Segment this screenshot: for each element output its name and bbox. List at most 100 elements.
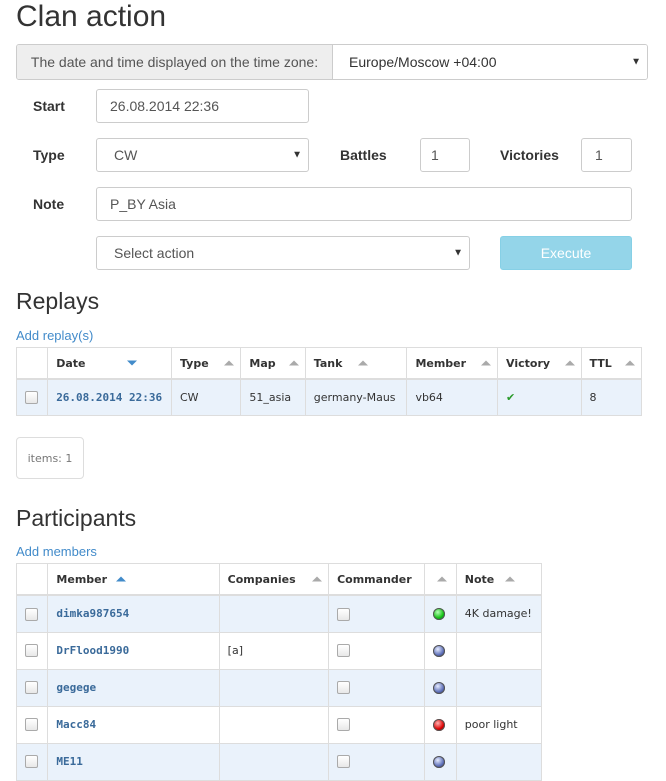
commander-checkbox[interactable] (337, 718, 351, 732)
note-cell: 4K damage! (455, 594, 543, 633)
member-link[interactable]: dimka987654 (56, 607, 129, 620)
member-cell: ME11 (47, 742, 220, 781)
chevron-down-icon: ▼ (631, 56, 641, 68)
map-cell: 51_asia (240, 378, 306, 416)
row-checkbox[interactable] (25, 718, 38, 732)
column-label: Map (249, 356, 276, 370)
companies-cell (218, 668, 330, 707)
status-cell (424, 705, 457, 744)
row-checkbox[interactable] (25, 681, 38, 695)
companies-cell (218, 742, 330, 781)
sort-icon (312, 576, 323, 582)
member-link[interactable]: DrFlood1990 (56, 644, 129, 657)
timezone-value: Europe/Moscow +04:00 (349, 54, 497, 70)
participants-table: Member Companies Commander Note dimka987… (15, 563, 543, 781)
replays-header-row: Date Type Map Tank Member Victory TTL (15, 347, 643, 380)
timezone-label: The date and time displayed on the time … (17, 45, 333, 79)
table-row[interactable]: 26.08.2014 22:36 CW 51_asia germany-Maus… (15, 378, 643, 416)
column-member[interactable]: Member (47, 563, 220, 596)
column-label: Member (56, 572, 108, 586)
table-row[interactable]: Macc84 poor light (15, 705, 543, 744)
execute-button[interactable]: Execute (500, 236, 632, 270)
battles-input[interactable]: 1 (420, 138, 470, 172)
replay-date-link[interactable]: 26.08.2014 22:36 (56, 391, 162, 404)
items-count: items: 1 (16, 437, 84, 479)
member-cell: dimka987654 (47, 594, 220, 633)
column-status[interactable] (424, 563, 457, 596)
battles-label: Battles (340, 147, 387, 163)
column-label: Type (179, 356, 209, 370)
chevron-down-icon: ▼ (292, 149, 302, 161)
status-green-icon (433, 608, 446, 621)
table-row[interactable]: gegege (15, 668, 543, 707)
date-cell: 26.08.2014 22:36 (47, 378, 172, 416)
check-icon: ✔ (506, 390, 516, 404)
column-label: Note (464, 572, 495, 586)
note-input[interactable]: P_BY Asia (96, 187, 632, 221)
sort-asc-icon (116, 576, 127, 582)
participants-heading: Participants (16, 505, 137, 531)
member-link[interactable]: gegege (56, 681, 96, 694)
select-column-header (15, 563, 49, 596)
column-label: Companies (227, 572, 296, 586)
add-replays-link[interactable]: Add replay(s) (16, 328, 93, 343)
member-link[interactable]: ME11 (56, 755, 83, 768)
commander-cell (328, 668, 426, 707)
sort-icon (288, 360, 299, 366)
column-victory[interactable]: Victory (497, 347, 582, 380)
type-value: CW (114, 147, 138, 163)
action-select[interactable]: Select action ▼ (96, 236, 470, 270)
commander-checkbox[interactable] (337, 755, 351, 769)
add-members-link[interactable]: Add members (16, 544, 97, 559)
column-companies[interactable]: Companies (218, 563, 330, 596)
sort-icon (358, 360, 369, 366)
commander-checkbox[interactable] (337, 681, 351, 695)
timezone-select[interactable]: Europe/Moscow +04:00 ▼ (333, 45, 647, 79)
note-label: Note (33, 196, 65, 212)
member-link[interactable]: Macc84 (56, 718, 96, 731)
tank-cell: germany-Maus (304, 378, 408, 416)
note-cell (455, 668, 543, 707)
commander-cell (328, 705, 426, 744)
column-tank[interactable]: Tank (304, 347, 408, 380)
sort-icon (436, 576, 447, 582)
table-row[interactable]: DrFlood1990 [a] (15, 631, 543, 670)
column-map[interactable]: Map (240, 347, 306, 380)
table-row[interactable]: dimka987654 4K damage! (15, 594, 543, 633)
column-commander[interactable]: Commander (328, 563, 426, 596)
type-cell: CW (170, 378, 242, 416)
table-row[interactable]: ME11 (15, 742, 543, 781)
commander-checkbox[interactable] (337, 644, 351, 658)
start-input[interactable]: 26.08.2014 22:36 (96, 89, 309, 123)
chevron-down-icon: ▼ (453, 247, 463, 259)
select-column-header (15, 347, 49, 380)
victory-cell: ✔ (497, 378, 582, 416)
row-select-cell (15, 742, 49, 781)
type-select[interactable]: CW ▼ (96, 138, 309, 172)
column-label: Commander (337, 572, 412, 586)
commander-cell (328, 594, 426, 633)
replays-table: Date Type Map Tank Member Victory TTL 26… (15, 347, 643, 416)
row-checkbox[interactable] (25, 391, 38, 404)
commander-checkbox[interactable] (337, 607, 351, 621)
column-member[interactable]: Member (406, 347, 499, 380)
row-select-cell (15, 378, 49, 416)
column-type[interactable]: Type (170, 347, 242, 380)
column-ttl[interactable]: TTL (580, 347, 643, 380)
victories-input[interactable]: 1 (581, 138, 632, 172)
status-cell (424, 631, 457, 670)
row-select-cell (15, 705, 49, 744)
status-cell (424, 668, 457, 707)
column-label: Victory (506, 356, 551, 370)
member-cell: Macc84 (47, 705, 220, 744)
row-checkbox[interactable] (25, 607, 38, 621)
page-title: Clan action (16, 0, 167, 33)
column-label: Tank (313, 356, 343, 370)
column-note[interactable]: Note (455, 563, 543, 596)
row-checkbox[interactable] (25, 755, 38, 769)
column-label: Date (56, 356, 86, 370)
row-checkbox[interactable] (25, 644, 38, 658)
status-blue-icon (433, 756, 446, 768)
companies-cell (218, 594, 330, 633)
column-date[interactable]: Date (47, 347, 172, 380)
